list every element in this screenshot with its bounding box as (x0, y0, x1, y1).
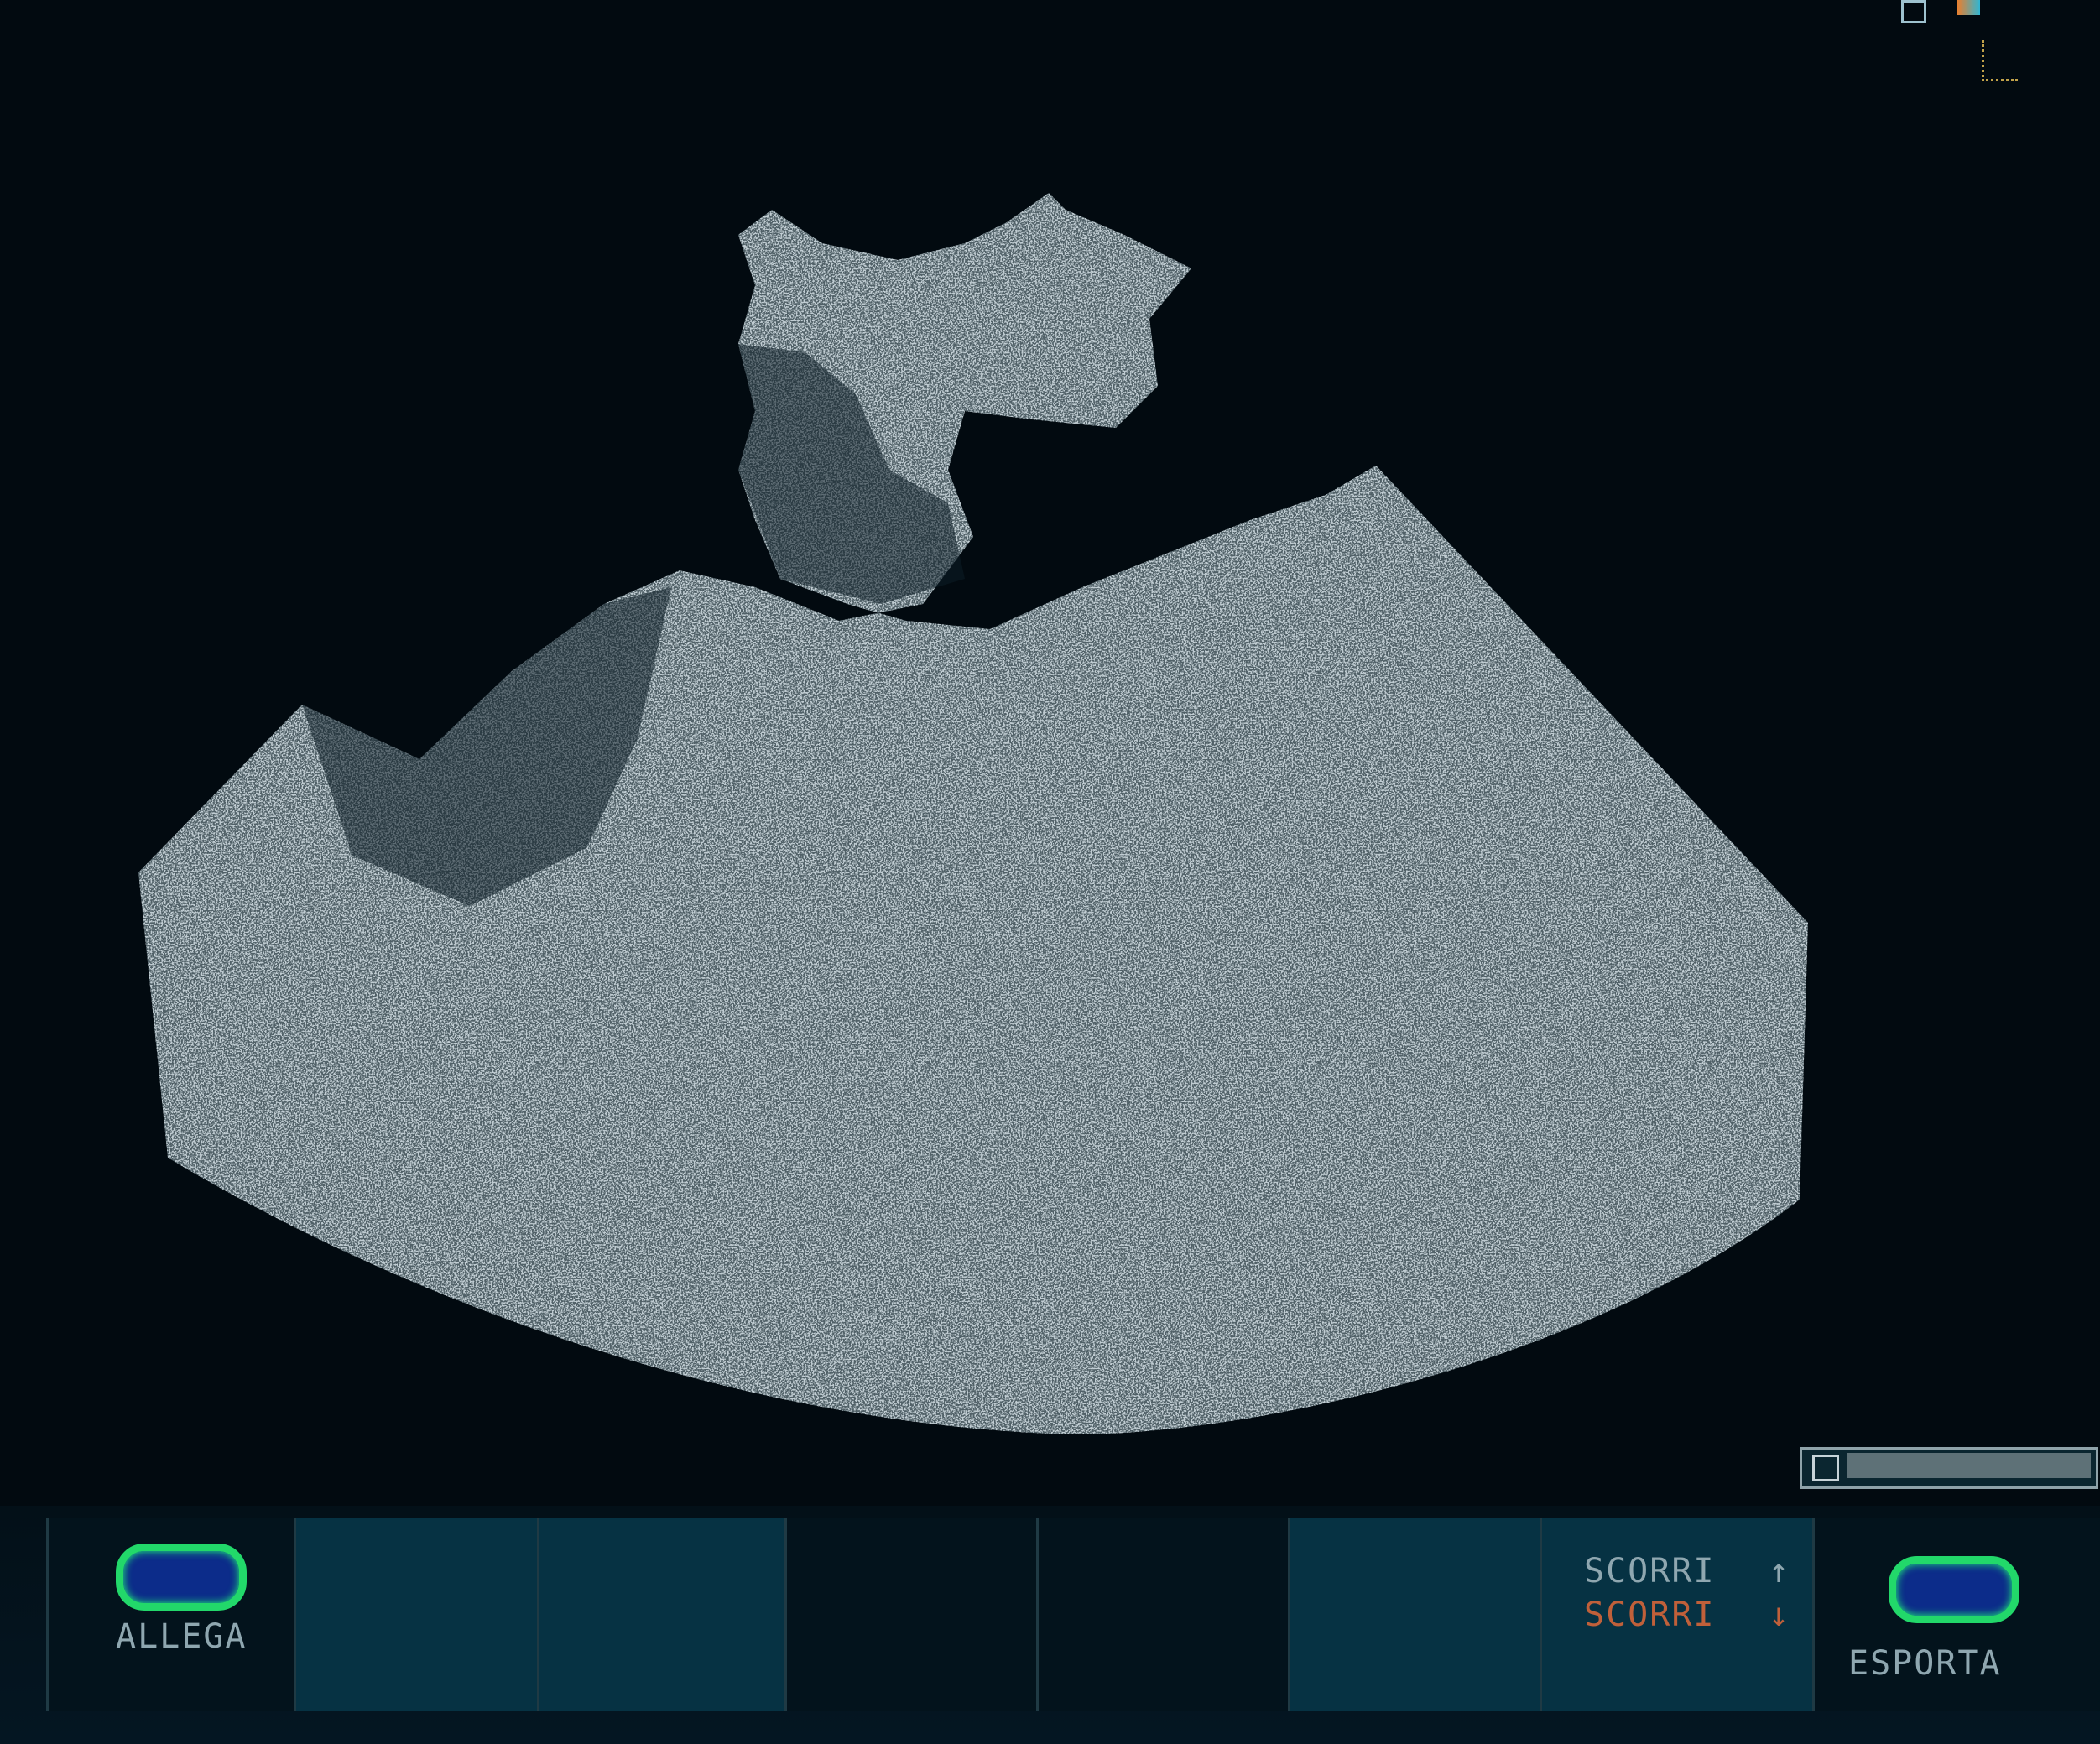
probe-orientation-icon (1982, 40, 2018, 81)
arrow-up-icon[interactable]: ↑ (1769, 1552, 1790, 1590)
softkey-empty-4[interactable] (1036, 1518, 1290, 1711)
scroll-down-label[interactable]: SCORRI (1584, 1596, 1716, 1634)
softkey-empty-1[interactable] (294, 1518, 539, 1711)
arrow-down-icon[interactable]: ↓ (1769, 1596, 1790, 1634)
softkey-scroll[interactable]: SCORRI ↑ SCORRI ↓ (1540, 1518, 1815, 1711)
color-palette-icon (1957, 0, 1980, 15)
ultrasound-image (0, 0, 2100, 1744)
softkey-empty-2[interactable] (537, 1518, 787, 1711)
scrollbar-track[interactable] (1847, 1453, 2091, 1478)
ultrasound-screen: ALLEGA SCORRI ↑ SCORRI ↓ ESPORTA (0, 0, 2100, 1744)
export-button-icon[interactable] (1889, 1556, 2019, 1623)
window-icon (1901, 0, 1926, 23)
export-label: ESPORTA (1848, 1644, 2002, 1683)
softkey-export[interactable]: ESPORTA (1812, 1518, 2100, 1711)
softkey-empty-5[interactable] (1288, 1518, 1542, 1711)
scrollbar-thumb[interactable] (1812, 1455, 1839, 1481)
softkey-empty-3[interactable] (784, 1518, 1039, 1711)
top-right-icons (1898, 0, 2032, 84)
attach-button-icon[interactable] (116, 1544, 247, 1611)
attach-label: ALLEGA (116, 1617, 248, 1656)
scroll-up-label[interactable]: SCORRI (1584, 1552, 1716, 1590)
image-scrollbar[interactable] (1800, 1447, 2098, 1489)
softkey-attach[interactable]: ALLEGA (46, 1518, 296, 1711)
